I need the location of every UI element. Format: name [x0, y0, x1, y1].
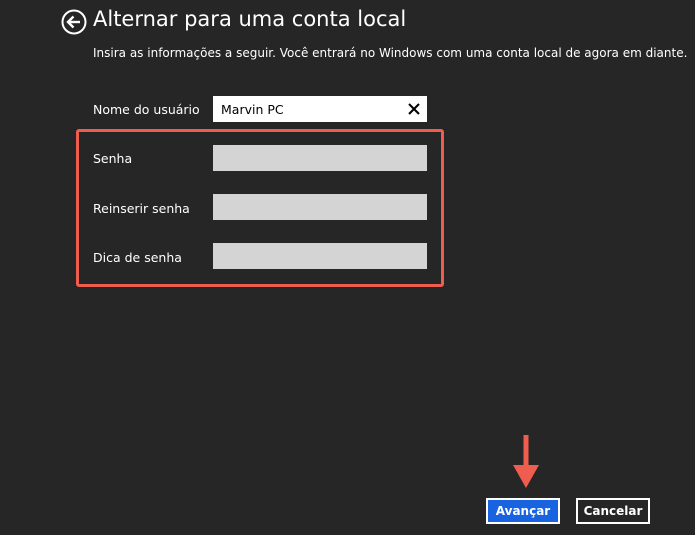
- annotation-arrow-icon: [513, 435, 539, 489]
- username-field: [213, 96, 427, 122]
- close-icon: [408, 103, 420, 115]
- username-input[interactable]: [213, 96, 403, 122]
- back-arrow-icon: [61, 9, 87, 35]
- next-button[interactable]: Avançar: [486, 498, 560, 524]
- cancel-button[interactable]: Cancelar: [576, 498, 650, 524]
- username-label: Nome do usuário: [93, 102, 200, 117]
- annotation-highlight-box: [76, 129, 444, 287]
- back-button[interactable]: [61, 9, 87, 35]
- page-subtitle: Insira as informações a seguir. Você ent…: [93, 46, 688, 60]
- page-title: Alternar para uma conta local: [93, 7, 407, 31]
- clear-button[interactable]: [405, 100, 423, 118]
